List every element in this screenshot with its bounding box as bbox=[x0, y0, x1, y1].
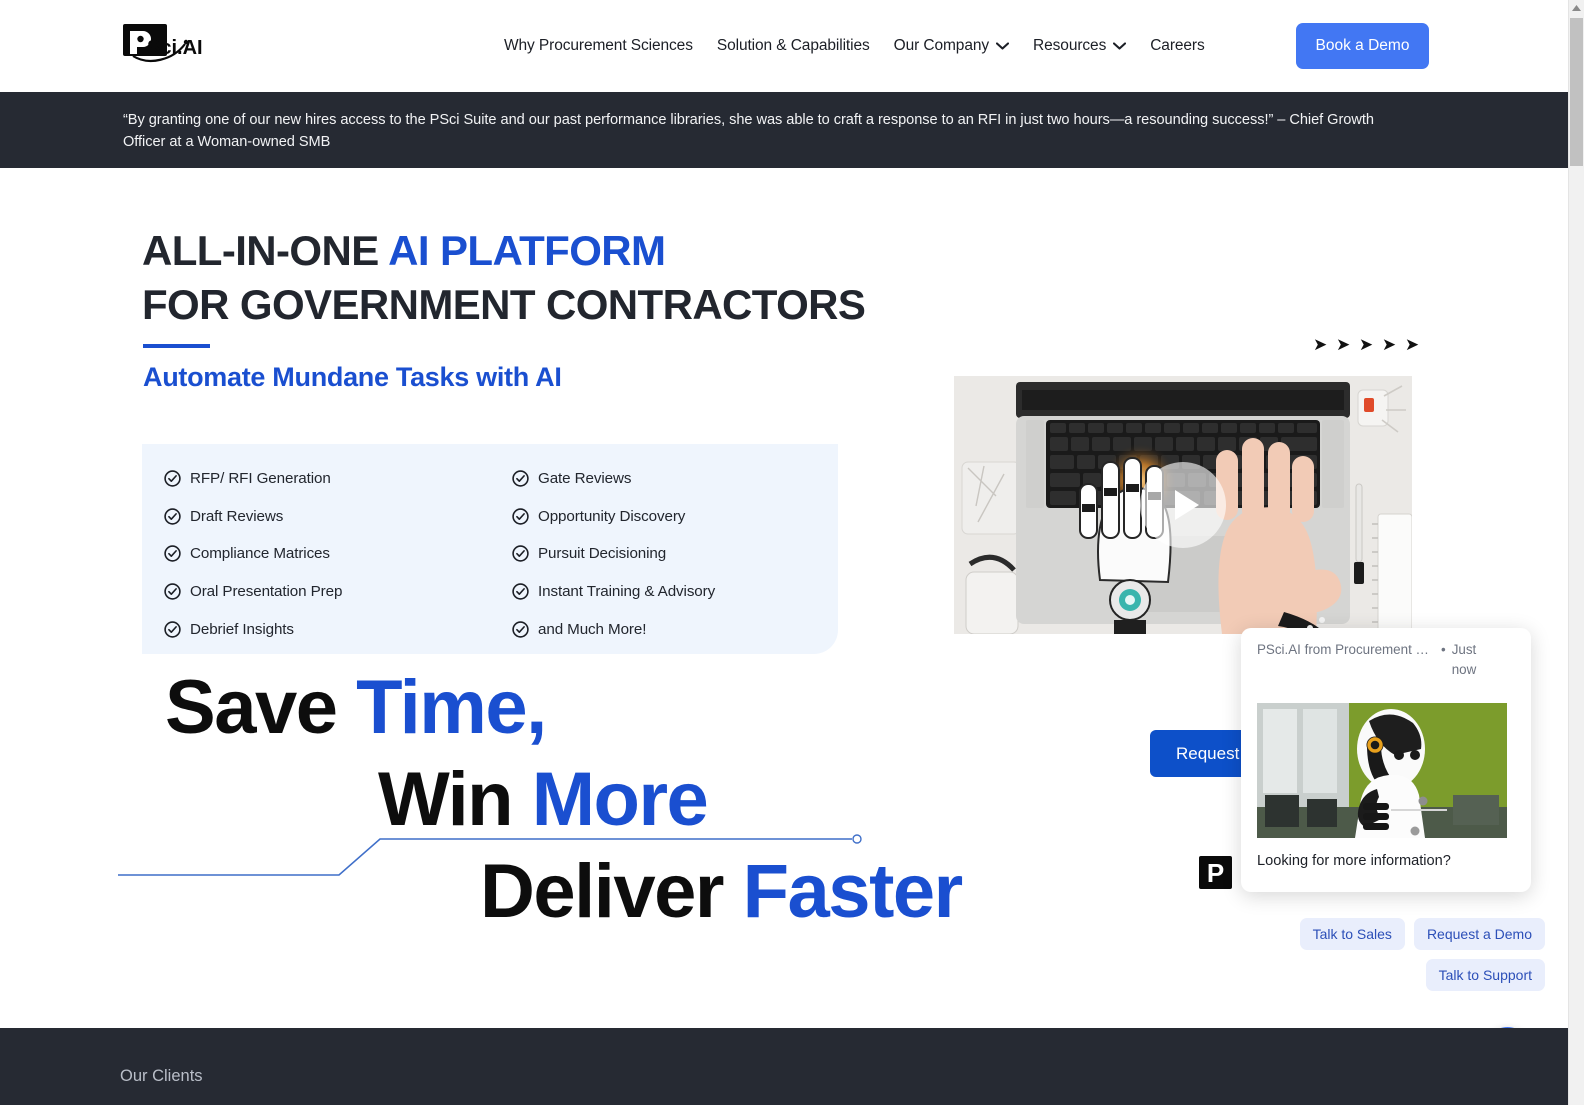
check-circle-icon bbox=[512, 545, 529, 563]
tagline-plain: Save bbox=[165, 665, 357, 750]
feature-label: and Much More! bbox=[538, 620, 647, 638]
feature-item: RFP/ RFI Generation bbox=[164, 460, 342, 498]
tagline-accent: More bbox=[531, 757, 709, 842]
play-triangle-icon bbox=[1174, 490, 1199, 520]
page-content: Sci.AI Why Procurement Sciences Solution… bbox=[0, 0, 1568, 1105]
tagline-line-3: Deliver Faster bbox=[0, 846, 1030, 938]
feature-item: Gate Reviews bbox=[512, 460, 715, 498]
feature-label: Opportunity Discovery bbox=[538, 507, 686, 525]
chat-separator-dot: • bbox=[1441, 642, 1446, 657]
chevron-down-icon bbox=[1113, 42, 1127, 50]
feature-item: Oral Presentation Prep bbox=[164, 573, 342, 611]
book-a-demo-button[interactable]: Book a Demo bbox=[1296, 23, 1429, 69]
hero-headline-line2: FOR GOVERNMENT CONTRACTORS bbox=[142, 281, 866, 328]
tagline-accent: Time, bbox=[356, 665, 547, 750]
chat-timestamp: Just now bbox=[1451, 642, 1477, 677]
hero-headline-line1-accent: AI PLATFORM bbox=[388, 227, 666, 274]
hero-divider bbox=[143, 344, 210, 348]
nav-label: Careers bbox=[1150, 37, 1205, 54]
chat-quick-replies: Talk to Sales Request a Demo Talk to Sup… bbox=[1285, 918, 1545, 991]
feature-label: Gate Reviews bbox=[538, 470, 632, 488]
nav-label: Our Company bbox=[893, 37, 990, 54]
check-circle-icon bbox=[164, 508, 181, 525]
hero-headline-line1-plain: ALL-IN-ONE bbox=[142, 227, 389, 274]
quick-reply-talk-to-support[interactable]: Talk to Support bbox=[1425, 959, 1545, 991]
feature-column-right: Gate Reviews Opportunity Discovery Pursu… bbox=[512, 460, 715, 648]
feature-item: Opportunity Discovery bbox=[512, 498, 715, 536]
quick-reply-talk-to-sales[interactable]: Talk to Sales bbox=[1299, 918, 1405, 950]
our-clients-section: Our Clients bbox=[0, 1028, 1568, 1105]
nav-item-resources[interactable]: Resources bbox=[1021, 37, 1138, 55]
feature-item: and Much More! bbox=[512, 610, 715, 648]
chat-sender-name: PSci.AI from Procurement S... bbox=[1257, 642, 1435, 657]
tagline-plain: Deliver bbox=[480, 849, 743, 934]
check-circle-icon bbox=[512, 620, 529, 638]
browser-viewport: Sci.AI Why Procurement Sciences Solution… bbox=[0, 0, 1584, 1105]
chat-message-text: Looking for more information? bbox=[1257, 853, 1451, 869]
main-navigation: Why Procurement Sciences Solution & Capa… bbox=[492, 0, 1217, 92]
hero-tagline: Save Time, Win More Deliver Faster bbox=[0, 662, 1030, 938]
site-header: Sci.AI Why Procurement Sciences Solution… bbox=[0, 0, 1568, 92]
nav-item-careers[interactable]: Careers bbox=[1138, 37, 1216, 55]
feature-label: Draft Reviews bbox=[190, 507, 284, 525]
feature-label: Instant Training & Advisory bbox=[538, 583, 716, 601]
feature-item: Draft Reviews bbox=[164, 498, 342, 536]
p-badge-icon: P bbox=[1199, 856, 1232, 889]
check-circle-icon bbox=[164, 620, 181, 638]
chat-media-thumbnail[interactable] bbox=[1257, 703, 1507, 838]
hero-headline: ALL-IN-ONE AI PLATFORM FOR GOVERNMENT CO… bbox=[142, 224, 866, 332]
play-button[interactable] bbox=[1140, 462, 1226, 548]
scrollbar-thumb[interactable] bbox=[1570, 18, 1583, 166]
check-circle-icon bbox=[164, 583, 181, 600]
check-circle-icon bbox=[164, 470, 181, 487]
feature-item: Instant Training & Advisory bbox=[512, 573, 715, 611]
psci-ai-logo[interactable]: Sci.AI bbox=[123, 22, 215, 68]
feature-item: Debrief Insights bbox=[164, 610, 342, 648]
feature-label: Debrief Insights bbox=[190, 620, 294, 638]
chat-card-header: PSci.AI from Procurement S... • Just now bbox=[1257, 640, 1515, 680]
testimonial-banner: “By granting one of our new hires access… bbox=[0, 92, 1568, 168]
nav-label: Resources bbox=[1033, 37, 1107, 54]
page-scrollbar[interactable] bbox=[1568, 0, 1584, 1105]
tagline-line-1: Save Time, bbox=[0, 662, 1030, 754]
nav-label: Solution & Capabilities bbox=[716, 37, 870, 54]
hero-subtitle: Automate Mundane Tasks with AI bbox=[143, 362, 562, 392]
arrow-decoration: ➤ ➤ ➤ ➤ ➤ bbox=[1313, 335, 1422, 354]
feature-item: Compliance Matrices bbox=[164, 535, 342, 573]
testimonial-quote: “By granting one of our new hires access… bbox=[123, 112, 1374, 150]
nav-item-our-company[interactable]: Our Company bbox=[882, 37, 1021, 55]
tagline-line-2: Win More bbox=[0, 754, 1030, 846]
intercom-chat-card[interactable]: PSci.AI from Procurement S... • Just now bbox=[1241, 628, 1531, 892]
nav-item-solution-capabilities[interactable]: Solution & Capabilities bbox=[705, 37, 882, 55]
check-circle-icon bbox=[512, 583, 529, 600]
feature-label: RFP/ RFI Generation bbox=[190, 470, 331, 488]
feature-item: Pursuit Decisioning bbox=[512, 535, 715, 573]
check-circle-icon bbox=[164, 545, 181, 563]
feature-column-left: RFP/ RFI Generation Draft Reviews Compli… bbox=[164, 460, 342, 648]
scrollbar-up-arrow[interactable] bbox=[1569, 0, 1584, 16]
chevron-down-icon bbox=[996, 42, 1010, 50]
feature-label: Pursuit Decisioning bbox=[538, 545, 667, 563]
quick-reply-request-a-demo[interactable]: Request a Demo bbox=[1413, 918, 1545, 950]
our-clients-title: Our Clients bbox=[120, 1067, 203, 1085]
check-circle-icon bbox=[512, 508, 529, 525]
tagline-plain: Win bbox=[378, 757, 532, 842]
feature-label: Compliance Matrices bbox=[190, 545, 330, 563]
tagline-accent: Faster bbox=[742, 849, 964, 934]
nav-label: Why Procurement Sciences bbox=[504, 37, 693, 54]
check-circle-icon bbox=[512, 470, 529, 487]
feature-label: Oral Presentation Prep bbox=[190, 583, 343, 601]
hero-video-player[interactable] bbox=[954, 376, 1412, 634]
feature-list-box: RFP/ RFI Generation Draft Reviews Compli… bbox=[142, 444, 838, 654]
svg-text:Sci.AI: Sci.AI bbox=[147, 37, 203, 59]
nav-item-why-procurement-sciences[interactable]: Why Procurement Sciences bbox=[492, 37, 705, 55]
